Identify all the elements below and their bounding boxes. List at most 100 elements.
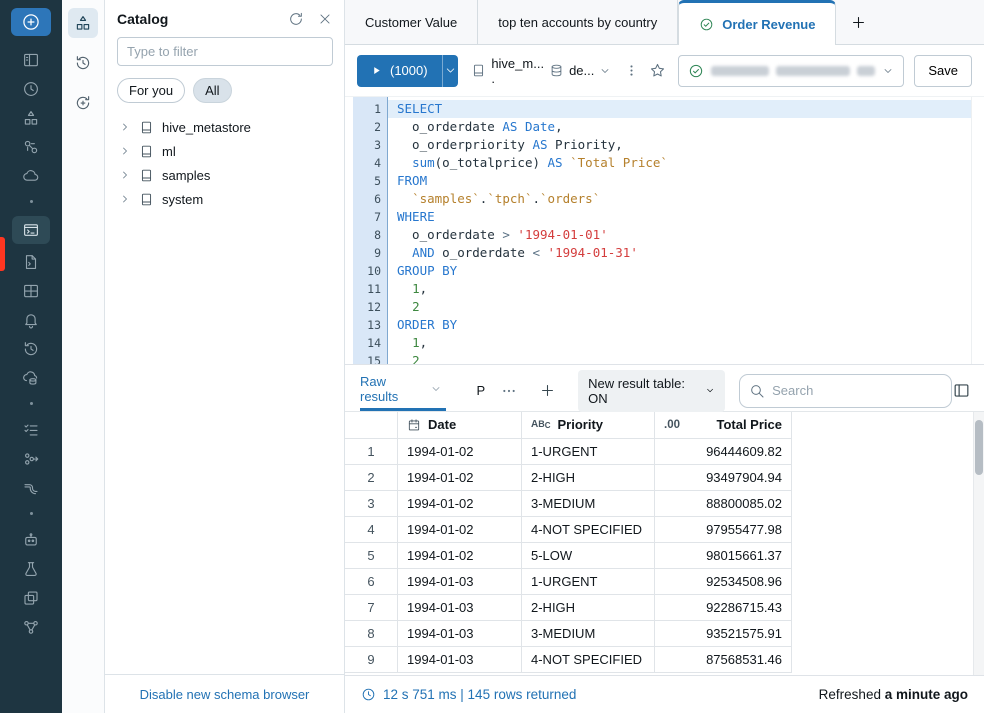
editor-line[interactable]: 6 `samples`.`tpch`.`orders` [345, 190, 984, 208]
date-cell: 1994-01-02 [398, 543, 522, 568]
run-button[interactable]: (1000) [357, 55, 443, 87]
table-row[interactable]: 31994-01-023-MEDIUM88800085.02 [345, 491, 792, 517]
sidebar-item-recents[interactable] [12, 74, 50, 103]
chevron-right-icon[interactable] [119, 193, 133, 205]
result-tabs-overflow-button[interactable] [501, 383, 517, 399]
table-row[interactable]: 81994-01-033-MEDIUM93521575.91 [345, 621, 792, 647]
editor-line[interactable]: 1SELECT [345, 100, 984, 118]
sidebar-item-queries[interactable] [12, 247, 50, 276]
chevron-right-icon[interactable] [119, 145, 133, 157]
tree-item-hive-metastore[interactable]: hive_metastore [105, 115, 344, 139]
catalog-book-icon [139, 144, 154, 159]
priority-column-header[interactable]: ABC Priority [522, 412, 655, 438]
editor-line[interactable]: 8 o_orderdate > '1994-01-01' [345, 226, 984, 244]
editor-line[interactable]: 12 2 [345, 298, 984, 316]
date-column-header[interactable]: Date [398, 412, 522, 438]
sidebar-item-workflows[interactable] [12, 132, 50, 161]
total-price-column-header[interactable]: .00 Total Price [655, 412, 792, 438]
run-options-button[interactable] [443, 55, 459, 87]
tab-customer-value[interactable]: Customer Value [345, 0, 478, 45]
table-row[interactable]: 61994-01-031-URGENT92534508.96 [345, 569, 792, 595]
new-result-table-label: New result table: ON [588, 376, 699, 406]
sidebar-item-job-runs[interactable] [12, 415, 50, 444]
tree-item-ml[interactable]: ml [105, 139, 344, 163]
data-ingestion-icon [22, 450, 40, 468]
serving-icon [22, 618, 40, 636]
date-cell: 1994-01-02 [398, 517, 522, 542]
sidebar-item-alerts[interactable] [12, 305, 50, 334]
editor-line[interactable]: 15 2 [345, 352, 984, 364]
recent-queries-tab-button[interactable] [68, 48, 98, 78]
sidebar-item-workspace[interactable] [12, 45, 50, 74]
editor-line[interactable]: 13ORDER BY [345, 316, 984, 334]
editor-scrollbar[interactable] [971, 97, 984, 364]
new-button[interactable] [11, 8, 51, 36]
obscured-result-tab[interactable]: P [476, 383, 485, 398]
editor-line[interactable]: 7WHERE [345, 208, 984, 226]
new-tab-button[interactable] [836, 0, 880, 45]
row-number-cell: 5 [345, 543, 398, 568]
editor-line[interactable]: 4 sum(o_totalprice) AS `Total Price` [345, 154, 984, 172]
sidebar-item-query-history[interactable] [12, 334, 50, 363]
catalog-tab-button[interactable] [68, 8, 98, 38]
add-data-tab-button[interactable] [68, 88, 98, 118]
priority-cell: 5-LOW [522, 543, 655, 568]
editor-line[interactable]: 3 o_orderpriority AS Priority, [345, 136, 984, 154]
catalog-schema-selector[interactable]: hive_m... . de... [471, 56, 611, 86]
sidebar-item-pipelines[interactable] [12, 473, 50, 502]
sidebar-item-sql-editor[interactable] [12, 216, 50, 244]
sidebar-item-apps[interactable] [12, 583, 50, 612]
editor-line[interactable]: 5FROM [345, 172, 984, 190]
editor-line[interactable]: 10GROUP BY [345, 262, 984, 280]
new-result-table-toggle[interactable]: New result table: ON [578, 370, 725, 412]
priority-cell: 3-MEDIUM [522, 491, 655, 516]
editor-line[interactable]: 11 1, [345, 280, 984, 298]
catalog-icon [22, 109, 40, 127]
table-row[interactable]: 21994-01-022-HIGH93497904.94 [345, 465, 792, 491]
results-scrollbar[interactable] [973, 412, 984, 676]
sidebar-item-playground[interactable] [12, 525, 50, 554]
for-you-pill[interactable]: For you [117, 78, 185, 103]
tab-order-revenue[interactable]: Order Revenue [678, 0, 836, 45]
all-pill[interactable]: All [193, 78, 231, 103]
catalog-book-icon [139, 168, 154, 183]
add-visualization-button[interactable] [539, 382, 556, 399]
results-side-panel-toggle[interactable] [952, 381, 971, 400]
sql-editor[interactable]: 1SELECT2 o_orderdate AS Date,3 o_orderpr… [345, 97, 984, 364]
query-tabbar: Customer Value top ten accounts by count… [345, 0, 984, 45]
results-scrollbar-thumb[interactable] [975, 420, 983, 475]
catalog-filter-input[interactable] [117, 37, 333, 66]
favorite-star-button[interactable] [649, 62, 666, 79]
sidebar-item-data-ingestion[interactable] [12, 444, 50, 473]
sidebar-item-sql-warehouses[interactable] [12, 363, 50, 392]
chevron-right-icon[interactable] [119, 121, 133, 133]
raw-results-tab[interactable]: Raw results [360, 371, 446, 411]
sidebar-item-compute[interactable] [12, 161, 50, 190]
tab-top-ten-accounts[interactable]: top ten accounts by country [478, 0, 678, 45]
table-row[interactable]: 71994-01-032-HIGH92286715.43 [345, 595, 792, 621]
table-row[interactable]: 91994-01-034-NOT SPECIFIED87568531.46 [345, 647, 792, 673]
warehouse-selector[interactable] [678, 55, 904, 87]
editor-line[interactable]: 9 AND o_orderdate < '1994-01-31' [345, 244, 984, 262]
results-search-input[interactable] [772, 383, 932, 398]
save-button[interactable]: Save [914, 55, 972, 87]
editor-line[interactable]: 2 o_orderdate AS Date, [345, 118, 984, 136]
sidebar-item-serving[interactable] [12, 612, 50, 641]
close-panel-button[interactable] [318, 12, 332, 26]
tree-item-label: ml [162, 144, 176, 159]
editor-line[interactable]: 14 1, [345, 334, 984, 352]
table-row[interactable]: 11994-01-021-URGENT96444609.82 [345, 439, 792, 465]
refresh-button[interactable] [288, 11, 304, 27]
sidebar-item-dashboards[interactable] [12, 276, 50, 305]
tree-item-system[interactable]: system [105, 187, 344, 211]
table-row[interactable]: 41994-01-024-NOT SPECIFIED97955477.98 [345, 517, 792, 543]
sidebar-item-catalog[interactable] [12, 103, 50, 132]
sidebar-item-experiments[interactable] [12, 554, 50, 583]
chevron-right-icon[interactable] [119, 169, 133, 181]
tree-item-samples[interactable]: samples [105, 163, 344, 187]
query-stats[interactable]: 12 s 751 ms | 145 rows returned [383, 687, 576, 702]
more-actions-button[interactable] [624, 63, 639, 78]
table-row[interactable]: 51994-01-025-LOW98015661.37 [345, 543, 792, 569]
disable-schema-browser-link[interactable]: Disable new schema browser [140, 687, 310, 702]
flask-icon [22, 560, 40, 578]
